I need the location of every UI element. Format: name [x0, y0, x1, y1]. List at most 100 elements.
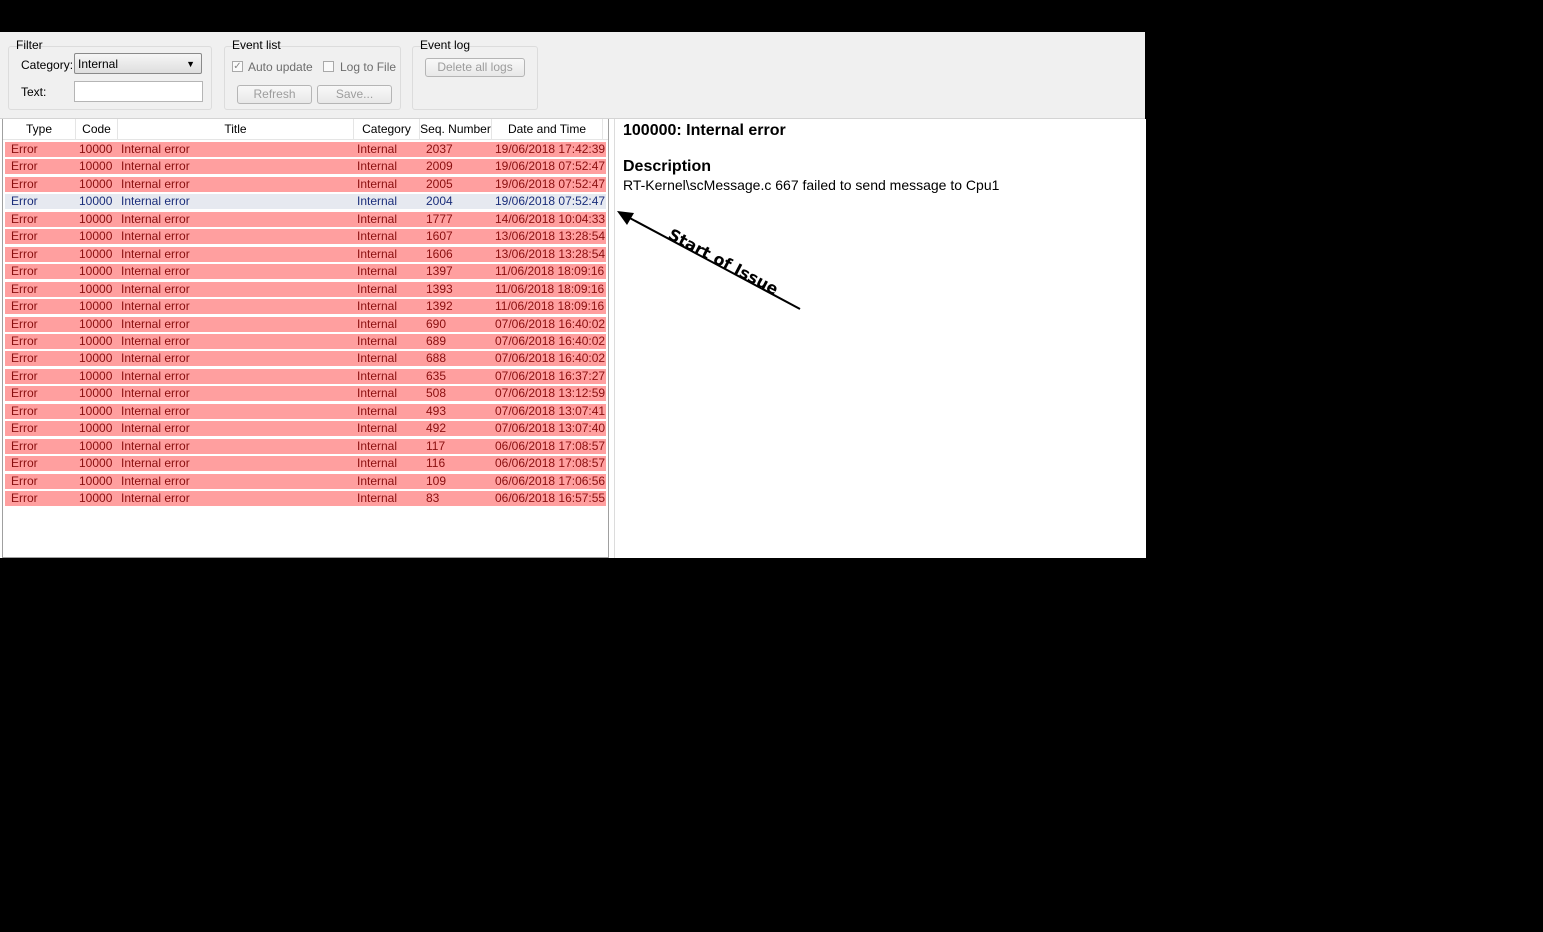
cell-category: Internal [357, 386, 398, 401]
cell-code: 10000 [79, 403, 113, 418]
table-row[interactable]: Error 10000 Internal error Internal 508 07/06… [5, 386, 606, 402]
refresh-button[interactable]: Refresh [237, 85, 312, 104]
cell-seq-number: 2009 [426, 159, 453, 174]
table-row[interactable]: Error 10000 Internal error Internal 689 07/06… [5, 333, 606, 349]
table-row[interactable]: Error 10000 Internal error Internal 2037 19/0… [5, 142, 606, 157]
cell-title: Internal error [121, 456, 190, 471]
cell-title: Internal error [121, 386, 190, 401]
cell-title: Internal error [121, 264, 190, 279]
cell-code: 10000 [79, 456, 113, 471]
cell-date-time: 07/06/2018 13:07:40 [495, 421, 606, 436]
cell-code: 10000 [79, 142, 113, 156]
cell-type: Error [11, 473, 38, 488]
auto-update-label: Auto update [248, 60, 313, 74]
delete-all-logs-button[interactable]: Delete all logs [425, 58, 525, 77]
cell-date-time: 11/06/2018 18:09:16 [495, 264, 605, 279]
cell-type: Error [11, 176, 38, 191]
cell-title: Internal error [121, 438, 190, 453]
table-row[interactable]: Error 10000 Internal error Internal 1392 11/0… [5, 299, 606, 315]
table-row[interactable]: Error 10000 Internal error Internal 1777 14/0… [5, 211, 606, 227]
cell-title: Internal error [121, 194, 190, 209]
text-label: Text: [21, 85, 47, 99]
text-filter-input[interactable] [74, 81, 203, 102]
cell-code: 10000 [79, 211, 113, 226]
cell-date-time: 06/06/2018 16:57:55 [495, 491, 606, 505]
cell-category: Internal [357, 438, 398, 453]
cell-date-time: 07/06/2018 16:40:02 [495, 333, 606, 348]
save-button[interactable]: Save... [317, 85, 392, 104]
cell-code: 10000 [79, 159, 113, 174]
cell-seq-number: 1393 [426, 281, 453, 296]
cell-seq-number: 83 [426, 491, 440, 505]
table-row[interactable]: Error 10000 Internal error Internal 83 06/06/… [5, 491, 606, 506]
event-list-group-title: Event list [232, 38, 281, 52]
cell-seq-number: 492 [426, 421, 447, 436]
cell-title: Internal error [121, 281, 190, 296]
table-row[interactable]: Error 10000 Internal error Internal 635 07/06… [5, 368, 606, 384]
cell-code: 10000 [79, 386, 113, 401]
table-row[interactable]: Error 10000 Internal error Internal 1607 13/0… [5, 229, 606, 245]
table-row[interactable]: Error 10000 Internal error Internal 690 07/06… [5, 316, 606, 332]
column-header-date-time[interactable]: Date and Time [492, 119, 603, 139]
cell-date-time: 06/06/2018 17:08:57 [495, 438, 606, 453]
cell-seq-number: 635 [426, 368, 447, 383]
cell-type: Error [11, 386, 38, 401]
table-row[interactable]: Error 10000 Internal error Internal 2009 19/0… [5, 159, 606, 175]
cell-date-time: 06/06/2018 17:08:57 [495, 456, 606, 471]
table-row[interactable]: Error 10000 Internal error Internal 2004 19/0… [5, 194, 606, 210]
cell-type: Error [11, 438, 38, 453]
cell-category: Internal [357, 142, 398, 156]
cell-date-time: 07/06/2018 16:37:27 [495, 368, 606, 383]
table-row[interactable]: Error 10000 Internal error Internal 1606 13/0… [5, 246, 606, 262]
cell-date-time: 07/06/2018 13:07:41 [495, 403, 606, 418]
table-row[interactable]: Error 10000 Internal error Internal 1393 11/0… [5, 281, 606, 297]
cell-category: Internal [357, 403, 398, 418]
column-header-title[interactable]: Title [118, 119, 354, 139]
cell-code: 10000 [79, 473, 113, 488]
cell-type: Error [11, 246, 38, 261]
cell-type: Error [11, 229, 38, 244]
cell-date-time: 19/06/2018 07:52:47 [495, 176, 606, 191]
column-header-type[interactable]: Type [3, 119, 76, 139]
log-to-file-checkbox[interactable] [323, 61, 334, 72]
table-row[interactable]: Error 10000 Internal error Internal 492 07/06… [5, 421, 606, 437]
cell-category: Internal [357, 159, 398, 174]
table-row[interactable]: Error 10000 Internal error Internal 117 06/06… [5, 438, 606, 454]
cell-title: Internal error [121, 351, 190, 366]
table-row[interactable]: Error 10000 Internal error Internal 2005 19/0… [5, 176, 606, 192]
log-to-file-label: Log to File [340, 60, 397, 74]
cell-type: Error [11, 299, 38, 314]
cell-type: Error [11, 403, 38, 418]
column-header-category[interactable]: Category [354, 119, 420, 139]
cell-title: Internal error [121, 368, 190, 383]
category-label: Category: [21, 58, 74, 72]
cell-date-time: 13/06/2018 13:28:54 [495, 229, 606, 244]
cell-category: Internal [357, 229, 398, 244]
table-row[interactable]: Error 10000 Internal error Internal 1397 11/0… [5, 264, 606, 280]
cell-type: Error [11, 351, 38, 366]
cell-seq-number: 690 [426, 316, 447, 331]
auto-update-checkbox[interactable]: ✓ [232, 61, 243, 72]
cell-type: Error [11, 281, 38, 296]
cell-code: 10000 [79, 176, 113, 191]
table-row[interactable]: Error 10000 Internal error Internal 688 07/06… [5, 351, 606, 367]
column-header-seq-number[interactable]: Seq. Number [420, 119, 492, 139]
cell-category: Internal [357, 194, 398, 209]
table-row[interactable]: Error 10000 Internal error Internal 493 07/06… [5, 403, 606, 419]
table-row[interactable]: Error 10000 Internal error Internal 109 06/06… [5, 473, 606, 489]
cell-type: Error [11, 142, 38, 156]
cell-type: Error [11, 421, 38, 436]
category-select[interactable]: Internal ▼ [74, 53, 202, 74]
table-header: Type Code Title Category Seq. Number Dat… [3, 119, 608, 140]
cell-category: Internal [357, 316, 398, 331]
column-header-code[interactable]: Code [76, 119, 118, 139]
cell-title: Internal error [121, 246, 190, 261]
cell-seq-number: 689 [426, 333, 447, 348]
cell-code: 10000 [79, 299, 113, 314]
cell-seq-number: 2005 [426, 176, 453, 191]
cell-code: 10000 [79, 368, 113, 383]
event-log-group-title: Event log [420, 38, 471, 52]
cell-title: Internal error [121, 176, 190, 191]
detail-pane: 100000: Internal error Description RT-Ke… [614, 119, 1146, 558]
table-row[interactable]: Error 10000 Internal error Internal 116 06/06… [5, 456, 606, 472]
